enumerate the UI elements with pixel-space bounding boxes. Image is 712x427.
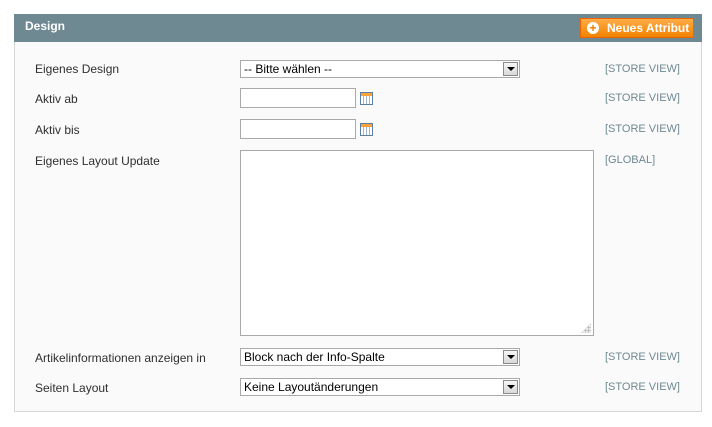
dropdown-arrow-icon[interactable]	[503, 350, 518, 364]
new-attribute-button[interactable]: + Neues Attribut	[580, 18, 694, 38]
custom-design-scope: [STORE VIEW]	[605, 63, 680, 75]
page-layout-value: Keine Layoutänderungen	[244, 380, 379, 394]
fieldset-title: Design	[25, 19, 66, 33]
resize-grip-icon[interactable]	[581, 323, 591, 333]
custom-design-value: -- Bitte wählen --	[244, 62, 333, 76]
custom-layout-update-label: Eigenes Layout Update	[35, 154, 160, 168]
calendar-icon[interactable]	[360, 92, 373, 105]
custom-design-label: Eigenes Design	[35, 62, 120, 76]
page-layout-label: Seiten Layout	[35, 381, 109, 395]
active-to-input[interactable]	[240, 119, 356, 139]
custom-layout-update-scope: [GLOBAL]	[605, 154, 656, 166]
custom-layout-update-textarea[interactable]	[240, 150, 594, 336]
product-info-column-scope: [STORE VIEW]	[605, 351, 680, 363]
active-to-scope: [STORE VIEW]	[605, 123, 680, 135]
custom-design-select[interactable]: -- Bitte wählen --	[240, 60, 520, 78]
plus-circle-icon: +	[587, 22, 599, 34]
product-info-column-value: Block nach der Info-Spalte	[244, 350, 385, 364]
active-to-label: Aktiv bis	[35, 123, 80, 137]
active-from-scope: [STORE VIEW]	[605, 92, 680, 104]
dropdown-arrow-icon[interactable]	[503, 62, 518, 76]
product-info-column-label: Artikelinformationen anzeigen in	[35, 351, 206, 365]
calendar-icon[interactable]	[360, 123, 373, 136]
page-layout-scope: [STORE VIEW]	[605, 381, 680, 393]
active-from-input[interactable]	[240, 88, 356, 108]
new-attribute-label: Neues Attribut	[607, 21, 690, 35]
dropdown-arrow-icon[interactable]	[503, 380, 518, 394]
active-from-label: Aktiv ab	[35, 92, 78, 106]
page-layout-select[interactable]: Keine Layoutänderungen	[240, 378, 520, 396]
product-info-column-select[interactable]: Block nach der Info-Spalte	[240, 348, 520, 366]
